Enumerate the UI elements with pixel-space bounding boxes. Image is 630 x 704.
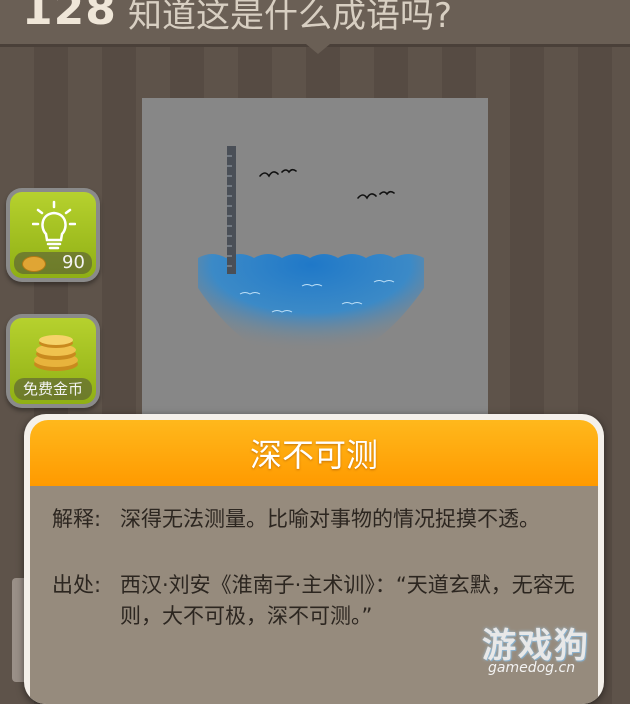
- watermark-url: gamedog.cn: [488, 660, 576, 676]
- coin-icon: [22, 256, 46, 272]
- level-number: 128: [22, 0, 117, 35]
- ruler-icon: [227, 146, 236, 274]
- puzzle-illustration: [198, 146, 424, 363]
- hint-button-face: 90: [10, 192, 96, 278]
- answer-title: 深不可测: [30, 420, 598, 486]
- question-text: 知道这是什么成语吗?: [128, 0, 453, 36]
- birds-icon: [259, 168, 395, 200]
- lightbulb-icon: [32, 200, 76, 250]
- watermark-logo: 游戏狗 gamedog.cn: [470, 618, 630, 682]
- header-pointer: [306, 44, 330, 54]
- coins-icon: [34, 335, 78, 371]
- free-coins-button[interactable]: 免费金币: [6, 314, 100, 408]
- explanation-text: 深得无法测量。比喻对事物的情况捉摸不透。: [120, 507, 540, 531]
- explanation-label: 解释:: [52, 507, 102, 531]
- free-coins-button-face: 免费金币: [10, 318, 96, 404]
- top-bar: 128 知道这是什么成语吗?: [0, 0, 630, 47]
- hint-cost: 90: [14, 252, 92, 274]
- puzzle-image: [142, 98, 488, 428]
- hint-cost-value: 90: [62, 252, 85, 273]
- free-coins-label: 免费金币: [14, 378, 92, 400]
- hint-button[interactable]: 90: [6, 188, 100, 282]
- source-label: 出处:: [52, 573, 102, 597]
